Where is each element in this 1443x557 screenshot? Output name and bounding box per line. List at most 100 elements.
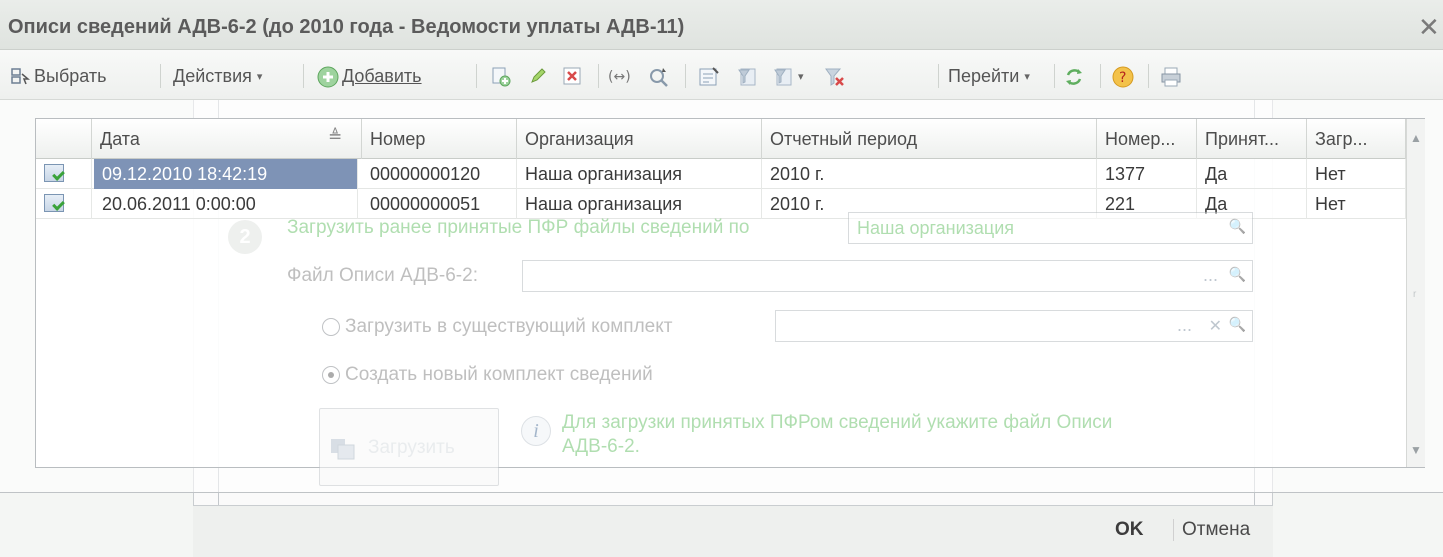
add-button[interactable]: Добавить <box>317 63 422 89</box>
table-header: Дата ≜ Номер Организация Отчетный период… <box>36 119 1406 159</box>
clear-icon[interactable]: ✕ <box>1209 316 1222 336</box>
organization-field[interactable]: Наша организация 🔍 <box>848 212 1253 244</box>
radio-new-set-label: Создать новый комплект сведений <box>345 364 653 385</box>
toolbar-separator <box>160 64 161 88</box>
copy-document-icon <box>490 66 511 87</box>
column-header-number[interactable]: Номер <box>362 119 517 159</box>
cell-date[interactable]: 20.06.2011 0:00:00 <box>94 189 358 219</box>
cancel-button[interactable]: Отмена <box>1173 519 1250 541</box>
toolbar-separator <box>303 64 304 88</box>
add-icon <box>317 66 339 88</box>
cell-number[interactable]: 00000000120 <box>362 159 517 189</box>
print-button[interactable] <box>1160 63 1181 89</box>
load-previous-label: Загрузить ранее принятые ПФР файлы сведе… <box>287 217 750 238</box>
filter-icon <box>773 66 793 86</box>
background-dialog-footer <box>193 505 1273 557</box>
search-icon[interactable]: 🔍 <box>1229 316 1246 333</box>
organization-value: Наша организация <box>857 218 1015 238</box>
column-header-accepted[interactable]: Принят... <box>1197 119 1307 159</box>
document-posted-icon <box>44 164 64 182</box>
filter-menu-button[interactable]: ▾ <box>773 63 804 89</box>
row-status-cell <box>36 189 92 219</box>
column-header-icon <box>36 119 92 159</box>
radio-new-set[interactable] <box>322 366 340 384</box>
delete-button[interactable] <box>562 63 582 89</box>
toolbar-separator <box>938 64 939 88</box>
filter-icon <box>737 66 757 86</box>
toolbar-separator <box>476 64 477 88</box>
goto-label: Перейти <box>948 65 1020 86</box>
load-icon <box>330 437 356 466</box>
close-icon[interactable]: ✕ <box>1418 12 1440 43</box>
goto-menu[interactable]: Перейти ▾ <box>948 63 1030 89</box>
svg-text:(↔): (↔) <box>608 69 631 85</box>
column-header-organization[interactable]: Организация <box>517 119 762 159</box>
cell-period[interactable]: 2010 г. <box>762 159 1097 189</box>
clear-filter-button[interactable] <box>824 63 844 89</box>
file-label: Файл Описи АДВ-6-2: <box>287 265 478 286</box>
cell-organization[interactable]: Наша организация <box>517 159 762 189</box>
chevron-down-icon: ▾ <box>256 70 263 83</box>
pencil-icon <box>528 66 548 86</box>
sort-icon: ≜ <box>328 127 343 146</box>
select-button[interactable]: Выбрать <box>10 63 107 89</box>
browse-icon[interactable]: ... <box>1177 315 1192 336</box>
toolbar-separator <box>1054 64 1055 88</box>
toolbar-separator <box>685 64 686 88</box>
select-label: Выбрать <box>34 65 107 86</box>
copy-button[interactable] <box>490 63 511 89</box>
window-title: Описи сведений АДВ-6-2 (до 2010 года - В… <box>8 16 685 38</box>
cell-number2[interactable]: 1377 <box>1097 159 1197 189</box>
search-icon[interactable]: 🔍 <box>1229 266 1246 283</box>
post-arrows-icon: (↔) <box>607 66 633 86</box>
cell-loaded[interactable]: Нет <box>1307 159 1406 189</box>
toolbar-separator <box>598 64 599 88</box>
info-icon: i <box>521 416 551 446</box>
scroll-down-icon[interactable]: ▼ <box>1410 443 1422 457</box>
row-status-cell <box>36 159 92 189</box>
toolbar-separator <box>1100 64 1101 88</box>
radio-existing-set-label: Загрузить в существующий комплект <box>345 316 673 337</box>
cell-accepted[interactable]: Да <box>1197 159 1307 189</box>
actions-menu[interactable]: Действия ▾ <box>173 63 262 89</box>
column-header-date[interactable]: Дата ≜ <box>92 119 362 159</box>
chevron-down-icon: ▾ <box>798 70 804 83</box>
step-number-badge: 2 <box>228 220 262 254</box>
filter-button[interactable] <box>737 63 757 89</box>
cell-organization[interactable]: Наша организация <box>517 189 762 219</box>
find-button[interactable] <box>648 63 668 89</box>
search-icon <box>648 66 668 87</box>
printer-icon <box>1160 66 1181 87</box>
search-icon[interactable]: 🔍 <box>1229 218 1246 235</box>
post-button[interactable]: (↔) <box>607 63 633 89</box>
vertical-scrollbar[interactable]: ▲ r ▼ <box>1406 119 1425 467</box>
table-row[interactable]: 09.12.2010 18:42:19 00000000120 Наша орг… <box>36 159 1406 189</box>
list-settings-button[interactable] <box>698 63 719 89</box>
refresh-icon <box>1063 66 1083 86</box>
cell-date[interactable]: 09.12.2010 18:42:19 <box>94 159 358 189</box>
clear-filter-icon <box>824 66 844 86</box>
column-header-loaded[interactable]: Загр... <box>1307 119 1406 159</box>
file-input[interactable]: ... 🔍 <box>522 260 1253 292</box>
load-button-label: Загрузить <box>368 437 455 458</box>
edit-button[interactable] <box>528 63 548 89</box>
list-settings-icon <box>698 66 719 86</box>
column-header-date-label: Дата <box>100 129 140 149</box>
scroll-up-icon[interactable]: ▲ <box>1410 131 1422 145</box>
radio-existing-set[interactable] <box>322 318 340 336</box>
browse-icon[interactable]: ... <box>1203 265 1218 286</box>
refresh-button[interactable] <box>1063 63 1083 89</box>
help-icon: ? <box>1112 66 1134 88</box>
chevron-down-icon: ▾ <box>1024 70 1030 83</box>
info-text-line2: АДВ-6-2. <box>562 436 640 457</box>
ok-button[interactable]: OK <box>1115 519 1144 541</box>
title-bar: Описи сведений АДВ-6-2 (до 2010 года - В… <box>0 0 1443 50</box>
cell-loaded[interactable]: Нет <box>1307 189 1406 219</box>
help-button[interactable]: ? <box>1112 63 1134 89</box>
cell-number[interactable]: 00000000051 <box>362 189 517 219</box>
existing-set-field[interactable]: ... ✕ 🔍 <box>775 310 1253 342</box>
column-header-period[interactable]: Отчетный период <box>762 119 1097 159</box>
load-button[interactable]: Загрузить <box>319 408 499 486</box>
scroll-thumb-grip[interactable]: r <box>1413 289 1416 300</box>
column-header-number2[interactable]: Номер... <box>1097 119 1197 159</box>
